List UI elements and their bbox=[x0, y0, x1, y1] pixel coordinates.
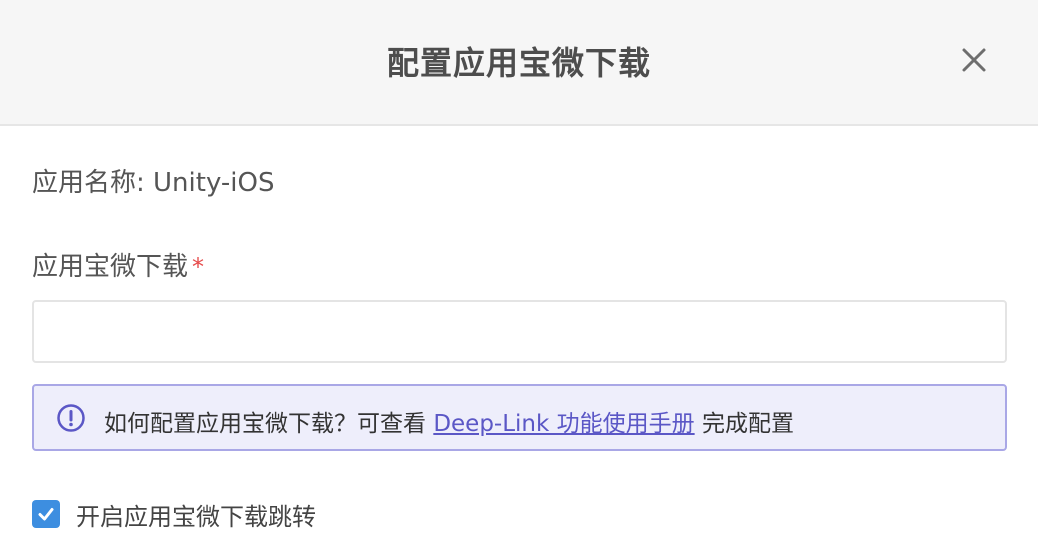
required-marker: * bbox=[192, 253, 205, 281]
dialog-header: 配置应用宝微下载 bbox=[0, 0, 1038, 126]
close-icon[interactable] bbox=[960, 46, 988, 74]
checkmark-icon bbox=[38, 508, 54, 521]
enable-redirect-option: 开启应用宝微下载跳转 bbox=[32, 497, 316, 532]
info-text-after: 完成配置 bbox=[694, 411, 794, 437]
enable-redirect-label[interactable]: 开启应用宝微下载跳转 bbox=[76, 497, 316, 532]
info-message: 如何配置应用宝微下载？可查看 Deep-Link 功能使用手册 完成配置 bbox=[104, 404, 794, 438]
field-label-text: 应用宝微下载 bbox=[32, 252, 189, 282]
info-circle-icon bbox=[56, 403, 86, 433]
config-dialog: 配置应用宝微下载 应用名称: Unity-iOS 应用宝微下载 * 如何配置应用宝… bbox=[0, 0, 1038, 544]
info-text-before: 如何配置应用宝微下载？可查看 bbox=[104, 411, 434, 437]
app-name-text: 应用名称: Unity-iOS bbox=[32, 168, 275, 198]
deep-link-manual-link[interactable]: Deep-Link 功能使用手册 bbox=[433, 411, 694, 437]
tencent-download-url-input[interactable] bbox=[32, 300, 1007, 363]
enable-redirect-checkbox[interactable] bbox=[32, 500, 60, 528]
dialog-title: 配置应用宝微下载 bbox=[386, 44, 651, 82]
field-label: 应用宝微下载 * bbox=[32, 246, 204, 283]
info-alert: 如何配置应用宝微下载？可查看 Deep-Link 功能使用手册 完成配置 bbox=[32, 384, 1007, 451]
